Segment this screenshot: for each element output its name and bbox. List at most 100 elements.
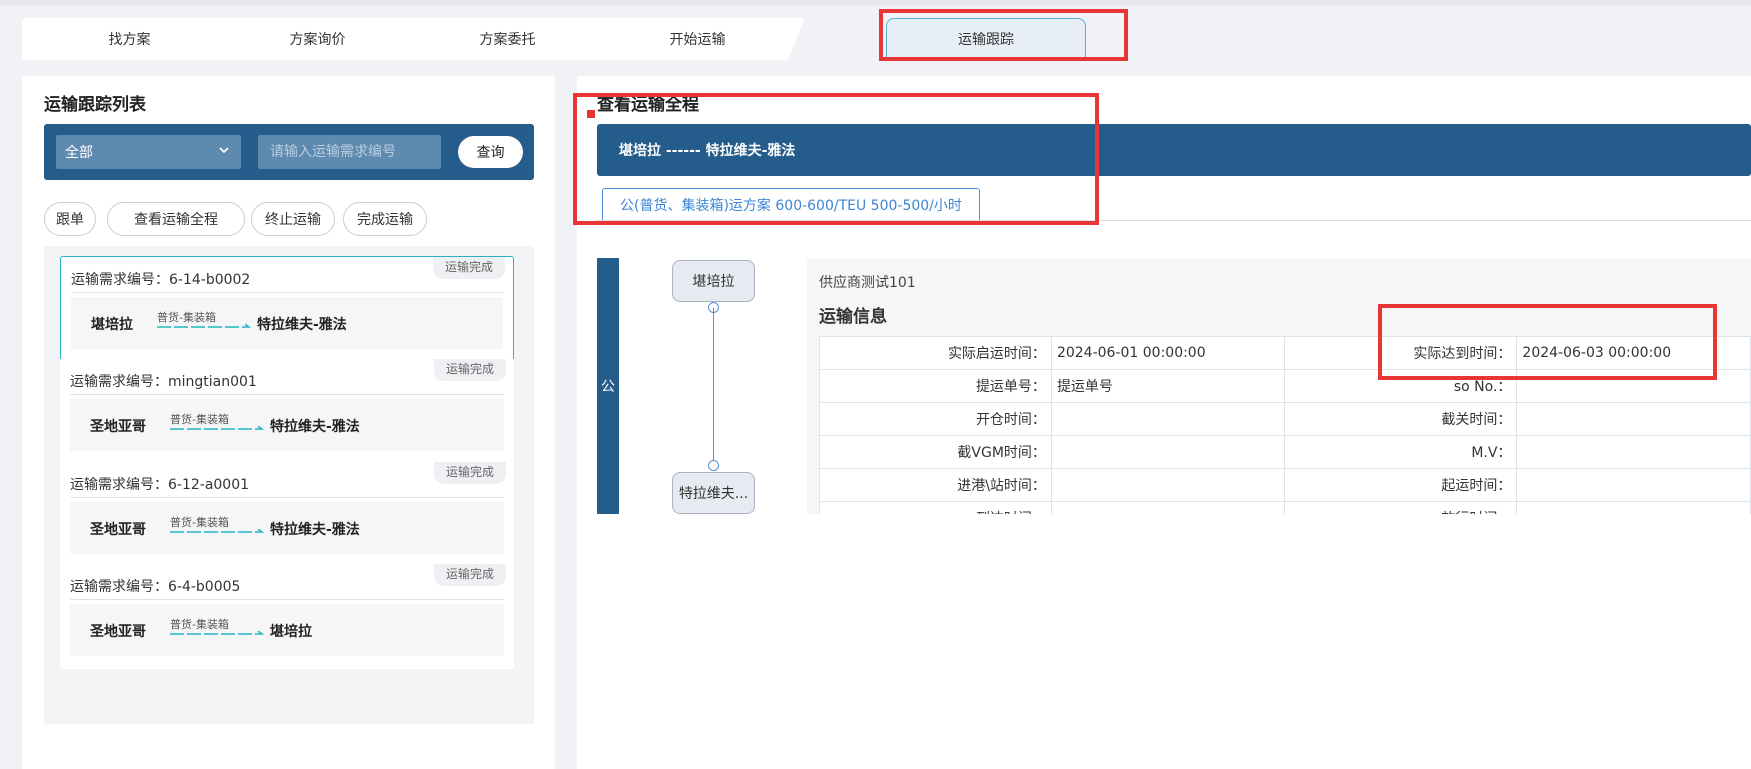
field-label: 截关时间： — [1284, 402, 1518, 436]
route-destination: 特拉维夫-雅法 — [270, 419, 360, 435]
divider — [70, 497, 504, 498]
table-row: 提运单号： 提运单号 so No.： — [819, 369, 1751, 403]
route-destination: 特拉维夫-雅法 — [270, 522, 360, 538]
route-line — [713, 308, 714, 464]
tab-label: 方案委托 — [479, 32, 536, 48]
route-arrow-icon — [170, 631, 265, 635]
field-label: 实际启运时间： — [819, 336, 1052, 370]
stage-label: 公 — [597, 258, 619, 514]
field-label: M.V： — [1284, 435, 1518, 469]
origin-node[interactable]: 堪培拉 — [672, 260, 755, 302]
route-arrow-icon — [170, 426, 265, 430]
route-arrow-icon — [157, 324, 252, 328]
field-label: 进港\站时间： — [819, 468, 1052, 502]
route: 堪培拉 普货-集装箱 特拉维夫-雅法 — [71, 297, 503, 349]
divider — [597, 220, 1751, 221]
table-row: 到达时间： 放行时间： — [819, 501, 1751, 514]
tab-transport-plan[interactable]: 公(普货、集装箱)运方案 600-600/TEU 500-500/小时 — [602, 188, 980, 221]
cargo-type: 普货-集装箱 — [170, 413, 229, 426]
panel-title: 运输跟踪列表 — [44, 95, 146, 115]
route-destination: 特拉维夫-雅法 — [257, 317, 347, 333]
route-origin: 圣地亚哥 — [90, 419, 146, 435]
field-value — [1516, 435, 1751, 469]
supplier-name: 供应商测试101 — [819, 275, 916, 291]
field-label: 提运单号： — [819, 369, 1052, 403]
requirement-number: 运输需求编号：6-12-a0001 — [70, 477, 250, 493]
info-title: 运输信息 — [819, 307, 887, 327]
transport-info: 供应商测试101 运输信息 实际启运时间： 2024-06-01 00:00:0… — [807, 258, 1751, 514]
query-button[interactable]: 查询 — [458, 136, 523, 168]
requirement-number-input[interactable] — [258, 135, 441, 169]
complete-transport-button[interactable]: 完成运输 — [343, 202, 427, 236]
tab-label: 方案询价 — [289, 32, 346, 48]
requirement-number: 运输需求编号：6-14-b0002 — [71, 272, 251, 288]
tab-label: 开始运输 — [669, 32, 726, 48]
table-row: 截VGM时间： M.V： — [819, 435, 1751, 469]
route: 圣地亚哥 普货-集装箱 特拉维夫-雅法 — [70, 399, 504, 451]
status-badge: 运输完成 — [433, 462, 506, 484]
tab-plan-inquiry[interactable]: 方案询价 — [210, 18, 425, 60]
divider — [70, 599, 504, 600]
tab-find-plan[interactable]: 找方案 — [22, 18, 237, 60]
divider — [70, 394, 504, 395]
status-badge: 运输完成 — [433, 564, 506, 586]
tracking-list-panel: 运输跟踪列表 全部 查询 跟单 查看运输全程 终止运输 完成运输 运输完成 运输… — [22, 76, 555, 769]
list-item[interactable]: 运输完成 运输需求编号：6-12-a0001 圣地亚哥 普货-集装箱 特拉维夫-… — [60, 462, 514, 567]
view-full-transport-button[interactable]: 查看运输全程 — [107, 202, 245, 236]
route-origin: 堪培拉 — [91, 317, 133, 333]
field-value — [1050, 402, 1286, 436]
field-value — [1516, 402, 1751, 436]
route-destination: 堪培拉 — [270, 624, 312, 640]
list-item[interactable]: 运输完成 运输需求编号：6-14-b0002 堪培拉 普货-集装箱 特拉维夫-雅… — [60, 256, 514, 361]
field-label: 开仓时间： — [819, 402, 1052, 436]
status-select[interactable]: 全部 — [56, 135, 241, 169]
field-label: 到达时间： — [819, 501, 1052, 514]
terminate-transport-button[interactable]: 终止运输 — [251, 202, 335, 236]
status-badge: 运输完成 — [432, 257, 505, 279]
list-item[interactable]: 运输完成 运输需求编号：mingtian001 圣地亚哥 普货-集装箱 特拉维夫… — [60, 359, 514, 464]
table-row: 开仓时间： 截关时间： — [819, 402, 1751, 436]
list-item[interactable]: 运输完成 运输需求编号：6-4-b0005 圣地亚哥 普货-集装箱 堪培拉 — [60, 564, 514, 669]
destination-node[interactable]: 特拉维夫... — [672, 472, 755, 514]
search-bar: 全部 查询 — [44, 124, 534, 180]
field-label: so No.： — [1284, 369, 1518, 403]
highlight-marker — [587, 110, 595, 118]
page-title: 查看运输全程 — [597, 95, 699, 115]
route-arrow-icon — [170, 529, 265, 533]
tab-plan-entrust[interactable]: 方案委托 — [400, 18, 615, 60]
transport-info-table: 实际启运时间： 2024-06-01 00:00:00 实际达到时间： 2024… — [819, 336, 1751, 514]
cargo-type: 普货-集装箱 — [157, 311, 216, 324]
table-row: 进港\站时间： 起运时间： — [819, 468, 1751, 502]
transport-stage: 公 堪培拉 特拉维夫... 供应商测试101 运输信息 实际启运时间： 2024… — [597, 258, 1751, 514]
select-value: 全部 — [65, 145, 93, 161]
route-origin: 圣地亚哥 — [90, 624, 146, 640]
cargo-type: 普货-集装箱 — [170, 516, 229, 529]
tab-start-transport[interactable]: 开始运输 — [590, 18, 805, 60]
requirement-number: 运输需求编号：6-4-b0005 — [70, 579, 241, 595]
route: 圣地亚哥 普货-集装箱 特拉维夫-雅法 — [70, 502, 504, 554]
divider — [71, 292, 503, 293]
tab-transport-tracking[interactable]: 运输跟踪 — [886, 18, 1086, 60]
status-badge: 运输完成 — [433, 359, 506, 381]
cargo-type: 普货-集装箱 — [170, 618, 229, 631]
field-label: 放行时间： — [1284, 501, 1518, 514]
route-origin: 圣地亚哥 — [90, 522, 146, 538]
field-label: 实际达到时间： — [1284, 336, 1518, 370]
field-value — [1516, 369, 1751, 403]
node-dot — [708, 460, 719, 471]
table-row: 实际启运时间： 2024-06-01 00:00:00 实际达到时间： 2024… — [819, 336, 1751, 370]
requirement-number: 运输需求编号：mingtian001 — [70, 374, 257, 390]
tracking-list: 运输完成 运输需求编号：6-14-b0002 堪培拉 普货-集装箱 特拉维夫-雅… — [44, 246, 534, 724]
field-value: 提运单号 — [1050, 369, 1286, 403]
field-value: 2024-06-03 00:00:00 — [1516, 336, 1751, 370]
field-value: 2024-06-01 00:00:00 — [1050, 336, 1286, 370]
field-value — [1050, 501, 1286, 514]
transport-detail-panel: 查看运输全程 堪培拉 ------ 特拉维夫-雅法 公(普货、集装箱)运方案 6… — [577, 76, 1751, 769]
follow-order-button[interactable]: 跟单 — [44, 202, 96, 236]
tab-label: 运输跟踪 — [958, 32, 1014, 48]
route: 圣地亚哥 普货-集装箱 堪培拉 — [70, 604, 504, 656]
field-value — [1516, 501, 1751, 514]
field-value — [1050, 435, 1286, 469]
field-label: 起运时间： — [1284, 468, 1518, 502]
tab-label: 找方案 — [108, 32, 151, 48]
